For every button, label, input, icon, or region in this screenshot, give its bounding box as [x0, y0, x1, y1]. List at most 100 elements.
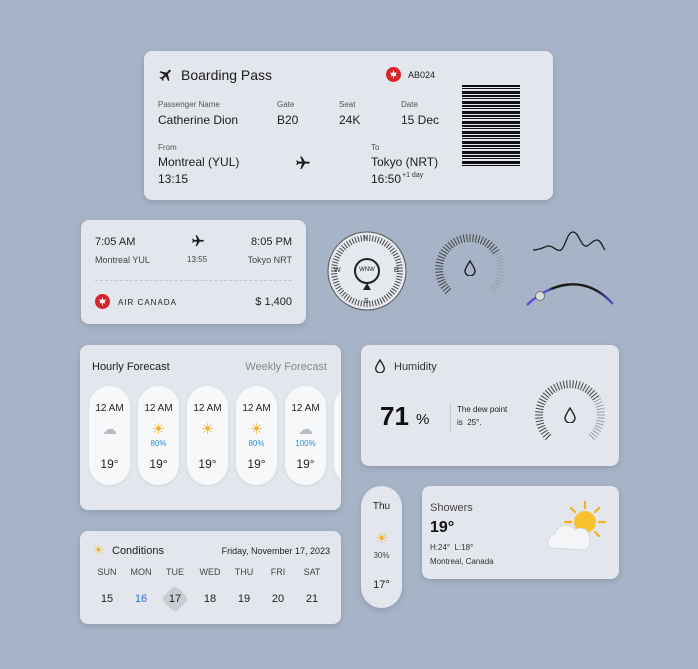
gauge-tick: [496, 265, 505, 267]
gauge-tick: [479, 236, 484, 245]
airline-name: AIR CANADA: [118, 298, 177, 307]
barcode: [462, 85, 520, 166]
droplet-icon: [374, 358, 386, 378]
gauge-tick: [574, 380, 578, 389]
calendar-day[interactable]: 21: [297, 593, 327, 605]
hour-pill-partial[interactable]: [334, 386, 341, 485]
gauge-tick: [466, 234, 468, 243]
gauge-tick: [477, 235, 481, 244]
calendar-day[interactable]: 20: [263, 593, 293, 605]
hour-time: 12 AM: [193, 403, 222, 414]
flight-duration: 13:55: [187, 255, 208, 264]
gauge-tick: [496, 261, 505, 265]
gauge-tick: [493, 281, 502, 286]
departure-time: 7:05 AM: [95, 236, 136, 248]
hour-pill[interactable]: 12 AM ☁ 19°: [89, 386, 130, 485]
gauge-tick: [596, 419, 605, 423]
gauge-tick: [453, 237, 458, 246]
day-name: Thu: [372, 501, 391, 512]
location: Montreal, Canada: [430, 557, 494, 566]
gauge-tick: [553, 383, 558, 392]
depart-time: 13:15: [158, 172, 189, 186]
gauge-tick: [535, 417, 544, 419]
hour-temp: 19°: [198, 457, 217, 471]
calendar-day[interactable]: 18: [195, 593, 225, 605]
gauge-tick: [495, 258, 504, 262]
destination-airport: Tokyo NRT: [247, 255, 292, 265]
tab-hourly-forecast[interactable]: Hourly Forecast: [92, 361, 170, 373]
seat-label: Seat: [339, 100, 356, 109]
plane-icon: [191, 234, 205, 253]
sun-icon: ☀: [375, 530, 388, 546]
date-label: Date: [401, 100, 418, 109]
to-label: To: [371, 143, 380, 152]
day-forecast-pill[interactable]: Thu ☀ 30% 17°: [361, 486, 402, 608]
arrive-day-note: +1 day: [402, 172, 424, 179]
weekday-label: MON: [130, 567, 152, 577]
hour-pill[interactable]: 12 AM ☀ 19°: [187, 386, 228, 485]
passenger-name: Catherine Dion: [158, 113, 239, 127]
gauge-tick: [594, 401, 603, 406]
hour-temp: 19°: [149, 457, 168, 471]
to-value: Tokyo (NRT): [371, 155, 439, 169]
gauge-tick: [593, 427, 602, 432]
hour-precip: 80%: [150, 439, 167, 448]
weekday-label: WED: [199, 567, 221, 577]
passenger-label: Passenger Name: [158, 100, 220, 109]
condition-title: Showers: [430, 502, 473, 514]
date-value: 15 Dec: [401, 113, 440, 127]
gauge-tick: [436, 258, 445, 262]
gauge-tick: [579, 382, 584, 391]
day-temp: 17°: [373, 579, 390, 591]
hour-precip: 100%: [295, 439, 316, 448]
gauge-tick: [472, 234, 474, 243]
hour-temp: 19°: [296, 457, 315, 471]
hour-precip: 80%: [248, 439, 265, 448]
gauge-tick: [437, 255, 446, 260]
plane-route-icon: [295, 155, 311, 176]
gauge-tick: [496, 273, 505, 277]
plane-icon: [158, 67, 174, 88]
hour-pill[interactable]: 12 AM ☀ 80% 19°: [236, 386, 277, 485]
calendar-day-selected[interactable]: 17: [160, 593, 190, 605]
humidity-unit: %: [416, 411, 430, 428]
gauge-tick: [494, 278, 503, 283]
humidity-gauge: [533, 378, 607, 452]
conditions-title: Conditions: [112, 545, 164, 557]
from-value: Montreal (YUL): [158, 155, 240, 169]
arrival-time: 8:05 PM: [251, 236, 292, 248]
gauge-tick: [595, 422, 604, 426]
gauge-tick: [572, 380, 574, 389]
arc-slider[interactable]: [524, 276, 616, 308]
humidity-card: Humidity 71 % The dew point is 25°.: [361, 345, 619, 466]
gauge-tick: [495, 276, 504, 280]
gauge-tick: [435, 261, 444, 265]
sun-icon: ☀: [200, 421, 215, 438]
gauge-tick: [537, 424, 546, 429]
humidity-title: Humidity: [394, 361, 437, 373]
gauge-tick: [595, 404, 604, 408]
rain-sun-icon: ☀: [151, 421, 166, 438]
calendar-day[interactable]: 15: [92, 593, 122, 605]
flight-price: $ 1,400: [255, 296, 292, 308]
seat-value: 24K: [339, 113, 361, 127]
calendar-day-today[interactable]: 16: [126, 593, 156, 605]
gauge-tick: [436, 276, 445, 280]
compass-widget: N S E W WNW: [326, 230, 408, 312]
hour-pill[interactable]: 12 AM ☀ 80% 19°: [138, 386, 179, 485]
weekday-label: SAT: [303, 567, 321, 577]
divider: [95, 280, 292, 281]
flight-summary-card[interactable]: 7:05 AM 8:05 PM Montreal YUL 13:55 Tokyo…: [81, 220, 306, 324]
boarding-pass-card[interactable]: Boarding Pass AB024 Passenger Name Cathe…: [144, 51, 553, 200]
tab-weekly-forecast[interactable]: Weekly Forecast: [245, 361, 327, 373]
day-precip: 30%: [373, 551, 390, 560]
gauge-tick: [459, 235, 463, 244]
arrive-time: 16:50: [371, 172, 402, 186]
current-temp: 19°: [430, 519, 455, 536]
weekday-label: FRI: [270, 567, 286, 577]
weekday-label: TUE: [166, 567, 184, 577]
hour-pill[interactable]: 12 AM ☁ 100% 19°: [285, 386, 326, 485]
calendar-day[interactable]: 19: [229, 593, 259, 605]
sun-icon: ☀: [93, 543, 104, 557]
gauge-tick: [456, 236, 461, 245]
